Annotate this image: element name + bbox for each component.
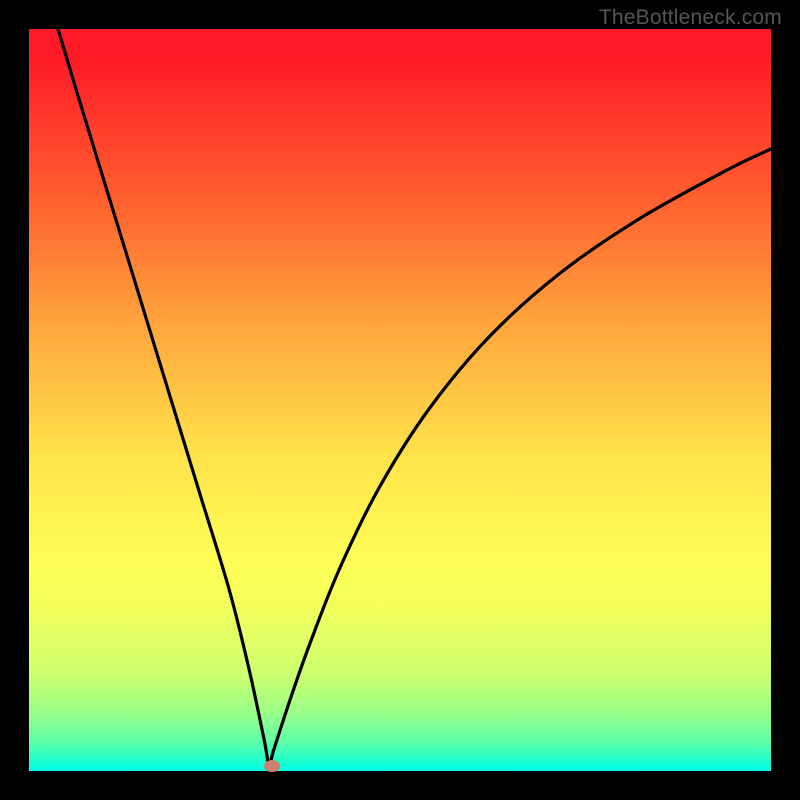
watermark-text: TheBottleneck.com (599, 6, 782, 30)
minimum-marker (264, 760, 280, 772)
bottleneck-curve (29, 29, 771, 771)
chart-plot-area (29, 29, 771, 771)
